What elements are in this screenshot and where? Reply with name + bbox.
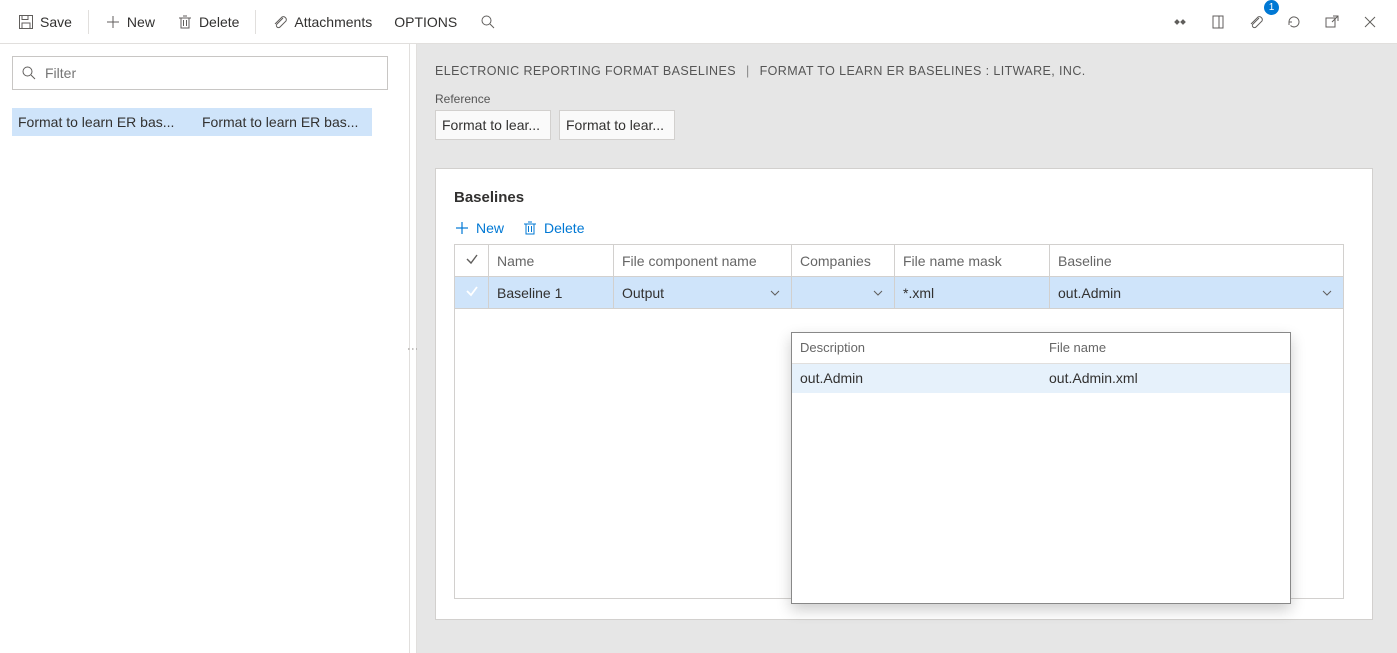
reference-field-1[interactable]: Format to lear... — [435, 110, 551, 140]
lookup-col-filename[interactable]: File name — [1041, 333, 1290, 363]
trash-icon — [522, 220, 538, 236]
table-row[interactable]: Baseline 1 Output *.xml out.Admin — [455, 277, 1344, 309]
attachments-label: Attachments — [294, 14, 372, 30]
list-item-col2: Format to learn ER bas... — [202, 114, 366, 130]
save-icon — [18, 14, 34, 30]
attachments-button[interactable]: Attachments — [262, 4, 382, 40]
col-baseline[interactable]: Baseline — [1050, 245, 1344, 277]
toolbar-separator — [255, 10, 256, 34]
plus-icon — [454, 220, 470, 236]
reference-field-2[interactable]: Format to lear... — [559, 110, 675, 140]
popout-icon — [1324, 14, 1340, 30]
panel-new-label: New — [476, 220, 504, 236]
lookup-row[interactable]: out.Admin out.Admin.xml — [792, 363, 1290, 393]
delete-button[interactable]: Delete — [167, 4, 249, 40]
cell-baseline[interactable]: out.Admin — [1050, 277, 1344, 309]
check-icon — [464, 283, 480, 299]
popout-button[interactable] — [1313, 4, 1351, 40]
search-icon — [480, 14, 496, 30]
list-item[interactable]: Format to learn ER bas... Format to lear… — [12, 108, 372, 136]
col-select[interactable] — [455, 245, 489, 277]
office-button[interactable] — [1199, 4, 1237, 40]
splitter-handle[interactable]: ⋮ — [410, 44, 417, 653]
lookup-cell-desc[interactable]: out.Admin — [792, 363, 1041, 393]
panel-delete-label: Delete — [544, 220, 584, 236]
search-icon — [21, 65, 37, 81]
new-label: New — [127, 14, 155, 30]
panel-title: Baselines — [436, 183, 1372, 220]
toolbar-separator — [88, 10, 89, 34]
panel-new-button[interactable]: New — [454, 220, 504, 236]
lookup-blank — [792, 393, 1290, 603]
baseline-lookup-dropdown[interactable]: Description File name out.Admin out.Admi… — [791, 332, 1291, 604]
attachments-indicator[interactable]: 1 — [1237, 4, 1275, 40]
paperclip-icon — [1248, 14, 1264, 30]
breadcrumb-separator: | — [746, 64, 750, 78]
paperclip-icon — [272, 14, 288, 30]
sidebar: Format to learn ER bas... Format to lear… — [0, 44, 410, 653]
lookup-col-description[interactable]: Description — [792, 333, 1041, 363]
cell-name[interactable]: Baseline 1 — [489, 277, 614, 309]
save-label: Save — [40, 14, 72, 30]
lookup-cell-file[interactable]: out.Admin.xml — [1041, 363, 1290, 393]
col-companies[interactable]: Companies — [792, 245, 895, 277]
col-file[interactable]: File component name — [614, 245, 792, 277]
chevron-down-icon — [767, 285, 783, 301]
options-label: OPTIONS — [394, 14, 457, 30]
search-button[interactable] — [469, 4, 507, 40]
toolbar: Save New Delete Attachments OPTIONS — [0, 0, 1397, 44]
new-button[interactable]: New — [95, 4, 165, 40]
list-item-col1: Format to learn ER bas... — [18, 114, 188, 130]
attachments-badge: 1 — [1264, 0, 1279, 15]
save-button[interactable]: Save — [8, 4, 82, 40]
close-icon — [1362, 14, 1378, 30]
close-button[interactable] — [1351, 4, 1389, 40]
breadcrumb-item[interactable]: FORMAT TO LEARN ER BASELINES : LITWARE, … — [760, 64, 1086, 78]
diamond-icon — [1172, 14, 1188, 30]
filter-input-wrap[interactable] — [12, 56, 388, 90]
refresh-button[interactable] — [1275, 4, 1313, 40]
trash-icon — [177, 14, 193, 30]
reference-label: Reference — [435, 92, 1373, 106]
office-icon — [1210, 14, 1226, 30]
cell-file[interactable]: Output — [614, 277, 792, 309]
check-icon — [464, 251, 480, 267]
col-mask[interactable]: File name mask — [895, 245, 1050, 277]
cell-companies[interactable] — [792, 277, 895, 309]
connect-icon-button[interactable] — [1161, 4, 1199, 40]
plus-icon — [105, 14, 121, 30]
filter-input[interactable] — [43, 64, 379, 82]
chevron-down-icon — [1319, 285, 1335, 301]
breadcrumb-item[interactable]: ELECTRONIC REPORTING FORMAT BASELINES — [435, 64, 736, 78]
row-selector[interactable] — [455, 277, 489, 309]
options-button[interactable]: OPTIONS — [384, 4, 467, 40]
cell-mask[interactable]: *.xml — [895, 277, 1050, 309]
content-area: ELECTRONIC REPORTING FORMAT BASELINES | … — [417, 44, 1397, 653]
breadcrumb: ELECTRONIC REPORTING FORMAT BASELINES | … — [435, 62, 1373, 92]
refresh-icon — [1286, 14, 1302, 30]
chevron-down-icon — [870, 285, 886, 301]
panel-delete-button[interactable]: Delete — [522, 220, 584, 236]
delete-label: Delete — [199, 14, 239, 30]
col-name[interactable]: Name — [489, 245, 614, 277]
